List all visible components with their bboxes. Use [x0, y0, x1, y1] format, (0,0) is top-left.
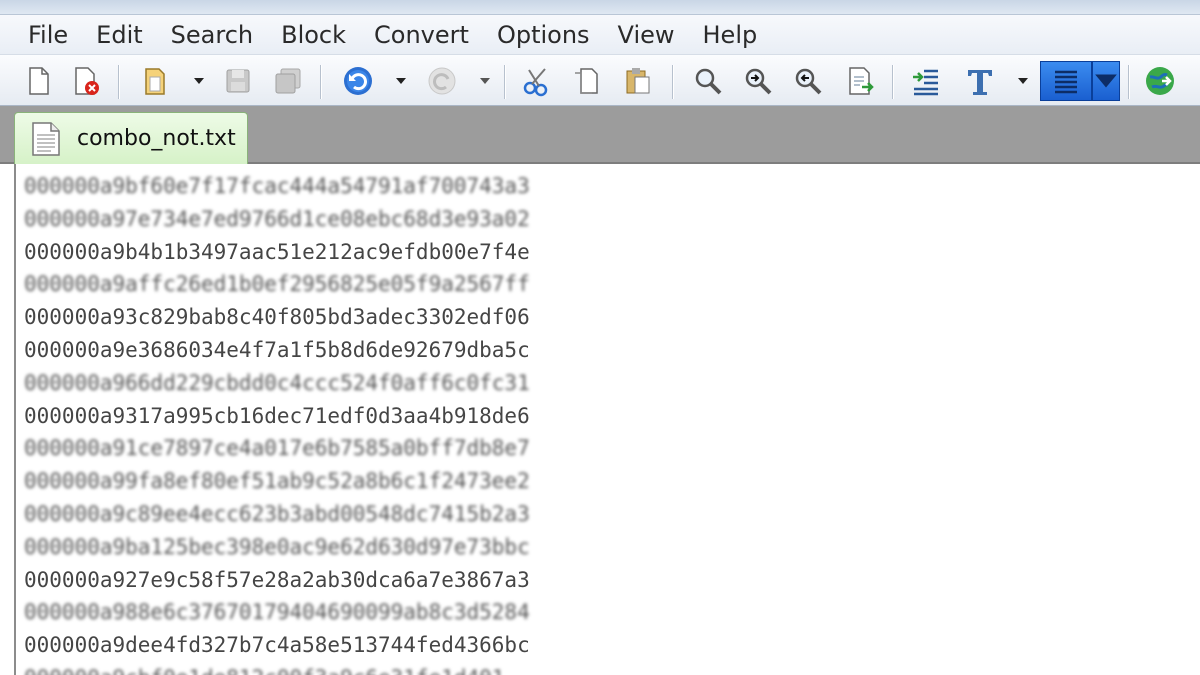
tab-strip: combo_not.txt [0, 106, 1200, 164]
cut-icon[interactable] [518, 63, 554, 99]
toolbar-separator [1128, 65, 1129, 99]
indent-icon[interactable] [908, 63, 944, 99]
close-file-icon[interactable] [68, 63, 104, 99]
tab-label: combo_not.txt [77, 126, 236, 151]
editor-line: 000000a9ba125bec398e0ac9e62d630d97e73bbc [24, 534, 530, 559]
save-all-icon[interactable] [270, 63, 306, 99]
editor-line: 000000a93c829bab8c40f805bd3adec3302edf06 [24, 305, 530, 330]
open-file-icon[interactable] [138, 63, 174, 99]
redo-dropdown-icon[interactable] [476, 63, 494, 99]
menu-view[interactable]: View [604, 17, 689, 53]
menu-search[interactable]: Search [157, 17, 267, 53]
toolbar-separator [118, 65, 119, 99]
menu-bar: File Edit Search Block Convert Options V… [0, 14, 1200, 54]
new-file-icon[interactable] [20, 63, 56, 99]
editor-line: 000000a99fa8ef80ef51ab9c52a8b6c1f2473ee2 [24, 469, 530, 494]
editor-line: 000000a9affc26ed1b0ef2956825e05f9a2567ff [24, 272, 530, 297]
toolbar-separator [320, 65, 321, 99]
window-top-strip [0, 0, 1200, 14]
find-next-icon[interactable] [740, 63, 776, 99]
tab-combo-not-txt[interactable]: combo_not.txt [14, 112, 248, 164]
view-mode-dropdown-icon[interactable] [1092, 61, 1120, 101]
toolbar-separator [892, 65, 893, 99]
editor-line: 000000a97e734e7ed9766d1ce08ebc68d3e93a02 [24, 206, 530, 231]
menu-file[interactable]: File [14, 17, 82, 53]
copy-icon[interactable] [568, 63, 604, 99]
editor-line: 000000a9cbf0e1de812c00f3a9c6e31fe1d401 [24, 662, 530, 675]
menu-edit[interactable]: Edit [82, 17, 156, 53]
find-previous-icon[interactable] [790, 63, 826, 99]
editor-line: 000000a9e3686034e4f7a1f5b8d6de92679dba5c [24, 337, 530, 362]
replace-icon[interactable] [842, 63, 878, 99]
editor-line: 000000a927e9c58f57e28a2ab30dca6a7e3867a3 [24, 567, 530, 592]
toolbar [0, 54, 1200, 106]
menu-convert[interactable]: Convert [360, 17, 483, 53]
font-icon[interactable] [962, 63, 998, 99]
editor-line: 000000a9b4b1b3497aac51e212ac9efdb00e7f4e [24, 239, 530, 264]
open-dropdown-icon[interactable] [190, 63, 208, 99]
find-icon[interactable] [690, 63, 726, 99]
view-mode-icon[interactable] [1040, 61, 1092, 101]
editor-line: 000000a9c89ee4ecc623b3abd00548dc7415b2a3 [24, 501, 530, 526]
save-icon[interactable] [220, 63, 256, 99]
redo-icon[interactable] [424, 63, 460, 99]
menu-options[interactable]: Options [483, 17, 604, 53]
toolbar-separator [672, 65, 673, 99]
editor-line: 000000a91ce7897ce4a017e6b7585a0bff7db8e7 [24, 436, 530, 461]
menu-help[interactable]: Help [689, 17, 772, 53]
editor-line: 000000a9bf60e7f17fcac444a54791af700743a3 [24, 174, 530, 198]
editor-line: 000000a966dd229cbdd0c4ccc524f0aff6c0fc31 [24, 370, 530, 395]
paste-icon[interactable] [620, 63, 656, 99]
font-dropdown-icon[interactable] [1014, 63, 1032, 99]
text-file-icon [32, 121, 60, 156]
editor-line: 000000a9dee4fd327b7c4a58e513744fed4366bc [24, 633, 530, 658]
editor-line: 000000a988e6c37670179404690099ab8c3d5284 [24, 600, 530, 625]
undo-dropdown-icon[interactable] [392, 63, 410, 99]
editor-lines: 000000a9bf60e7f17fcac444a54791af700743a3… [24, 170, 530, 675]
menu-block[interactable]: Block [267, 17, 360, 53]
browser-icon[interactable] [1142, 63, 1178, 99]
undo-icon[interactable] [340, 63, 376, 99]
text-editor[interactable]: 000000a9bf60e7f17fcac444a54791af700743a3… [14, 164, 1200, 675]
editor-line: 000000a9317a995cb16dec71edf0d3aa4b918de6 [24, 403, 530, 428]
toolbar-separator [504, 65, 505, 99]
